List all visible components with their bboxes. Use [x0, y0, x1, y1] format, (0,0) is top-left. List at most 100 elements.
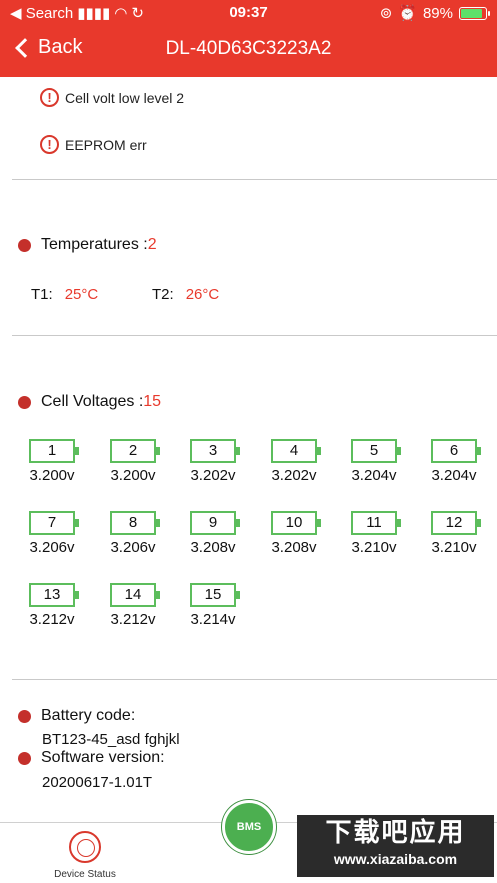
battery-code-value: BT123-45_asd fghjkl — [42, 731, 180, 748]
cell-item: 13 3.212v — [23, 583, 81, 628]
cell-battery-icon: 9 — [190, 511, 240, 535]
battery-code-label: Battery code: — [41, 707, 136, 724]
software-version-value: 20200617-1.01T — [42, 774, 153, 791]
cell-voltage: 3.208v — [271, 539, 317, 556]
main-content: ! Cell volt low level 2 ! EEPROM err Tem… — [0, 77, 497, 822]
cell-number: 7 — [47, 514, 57, 531]
cell-number: 8 — [128, 514, 138, 531]
status-right: ⊚ ⏰ 89% — [380, 4, 490, 22]
software-version-header: Software version: — [18, 749, 165, 767]
alert-item: ! EEPROM err — [40, 135, 147, 154]
bms-button[interactable]: BMS — [222, 800, 276, 854]
cell-number: 6 — [449, 442, 459, 459]
cell-item: 9 3.208v — [184, 511, 242, 556]
cell-battery-icon: 1 — [29, 439, 79, 463]
cell-battery-icon: 11 — [351, 511, 401, 535]
status-bar: ◀ Search ▮▮▮▮ ◠ ↻ 09:37 ⊚ ⏰ 89% — [0, 0, 497, 26]
bullet-dot-icon — [18, 709, 31, 723]
cell-number: 14 — [124, 586, 142, 603]
temp-label: T2: — [152, 286, 174, 303]
cell-voltage: 3.200v — [29, 467, 75, 484]
cell-item: 1 3.200v — [23, 439, 81, 484]
cell-number: 5 — [369, 442, 379, 459]
cell-voltage: 3.210v — [351, 539, 397, 556]
cell-voltage: 3.200v — [110, 467, 156, 484]
cell-battery-icon: 6 — [431, 439, 481, 463]
temp-label: T1: — [31, 286, 53, 303]
cell-number: 2 — [128, 442, 138, 459]
tab-label: Device Status — [54, 869, 116, 880]
temp-t2: T2: 26°C — [152, 286, 219, 303]
cell-item: 14 3.212v — [104, 583, 162, 628]
cell-voltage: 3.212v — [29, 611, 75, 628]
cell-voltage: 3.202v — [190, 467, 236, 484]
bullet-dot-icon — [18, 395, 31, 409]
cell-item: 4 3.202v — [265, 439, 323, 484]
battery-icon — [459, 6, 490, 20]
alert-text: Cell volt low level 2 — [65, 89, 185, 106]
cell-battery-icon: 2 — [110, 439, 160, 463]
cell-voltages-header: Cell Voltages :15 — [18, 393, 161, 411]
cell-item: 12 3.210v — [425, 511, 483, 556]
cell-voltage: 3.204v — [351, 467, 397, 484]
alert-item: ! Cell volt low level 2 — [40, 88, 184, 107]
nav-bar: Back DL-40D63C3223A2 — [0, 28, 497, 74]
bullet-dot-icon — [18, 751, 31, 765]
cell-battery-icon: 4 — [271, 439, 321, 463]
cell-item: 8 3.206v — [104, 511, 162, 556]
cell-voltages-count: 15 — [143, 393, 162, 410]
cell-voltage: 3.214v — [190, 611, 236, 628]
cell-battery-icon: 8 — [110, 511, 160, 535]
cell-item: 7 3.206v — [23, 511, 81, 556]
cell-voltage: 3.208v — [190, 539, 236, 556]
cell-voltage: 3.204v — [431, 467, 477, 484]
divider — [12, 179, 497, 180]
battery-percent: 89% — [422, 4, 453, 22]
cell-number: 4 — [289, 442, 299, 459]
divider — [12, 335, 497, 336]
cell-item: 6 3.204v — [425, 439, 483, 484]
cell-voltage: 3.206v — [110, 539, 156, 556]
alert-icon: ! — [40, 88, 59, 107]
temp-t1: T1: 25°C — [31, 286, 98, 303]
cell-battery-icon: 15 — [190, 583, 240, 607]
cell-battery-icon: 12 — [431, 511, 481, 535]
cell-item: 5 3.204v — [345, 439, 403, 484]
cell-item: 11 3.210v — [345, 511, 403, 556]
alarm-icon: ⏰ — [398, 5, 417, 22]
cell-number: 1 — [47, 442, 57, 459]
cell-battery-icon: 5 — [351, 439, 401, 463]
alert-text: EEPROM err — [65, 136, 147, 153]
cell-battery-icon: 10 — [271, 511, 321, 535]
temperatures-header: Temperatures :2 — [18, 236, 157, 254]
cell-voltage: 3.210v — [431, 539, 477, 556]
cell-number: 3 — [208, 442, 218, 459]
divider — [12, 679, 497, 680]
software-version-label: Software version: — [41, 749, 165, 766]
temperatures-count: 2 — [147, 236, 157, 253]
cell-battery-icon: 13 — [29, 583, 79, 607]
header: ◀ Search ▮▮▮▮ ◠ ↻ 09:37 ⊚ ⏰ 89% Back DL-… — [0, 0, 497, 77]
alert-icon: ! — [40, 135, 59, 154]
bullet-dot-icon — [18, 238, 31, 252]
cell-battery-icon: 3 — [190, 439, 240, 463]
cell-item: 2 3.200v — [104, 439, 162, 484]
cell-voltage: 3.212v — [110, 611, 156, 628]
watermark-url: www.xiazaiba.com — [333, 851, 458, 867]
temperatures-label: Temperatures : — [41, 236, 148, 253]
cell-item: 10 3.208v — [265, 511, 323, 556]
globe-icon — [69, 831, 101, 863]
cell-number: 11 — [366, 514, 382, 531]
bms-label: BMS — [236, 821, 262, 833]
cell-item: 15 3.214v — [184, 583, 242, 628]
watermark-logo: 下载吧应用 www.xiazaiba.com — [297, 815, 494, 877]
cell-number: 12 — [445, 514, 463, 531]
cell-item: 3 3.202v — [184, 439, 242, 484]
cell-battery-icon: 7 — [29, 511, 79, 535]
cell-number: 10 — [285, 514, 303, 531]
cell-voltages-label: Cell Voltages : — [41, 393, 144, 410]
cell-voltage: 3.206v — [29, 539, 75, 556]
battery-code-header: Battery code: — [18, 707, 135, 725]
cell-number: 13 — [43, 586, 61, 603]
tab-device-status[interactable]: Device Status — [45, 831, 125, 880]
